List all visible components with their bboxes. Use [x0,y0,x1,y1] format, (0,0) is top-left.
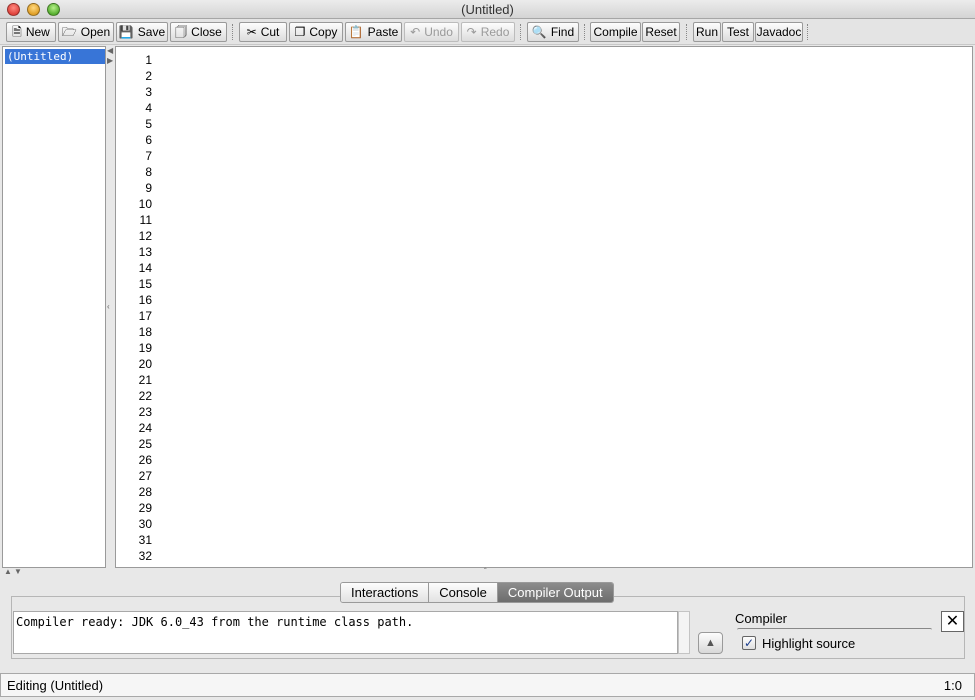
copy-icon: ❐ [294,25,306,39]
find-button[interactable]: 🔍 Find [527,22,579,42]
line-number: 17 [138,309,152,323]
line-number: 1 [145,53,152,67]
line-number: 30 [138,517,152,531]
binoculars-icon: 🔍 [531,25,547,39]
line-number: 15 [138,277,152,291]
compiler-output-area[interactable]: Compiler ready: JDK 6.0_43 from the runt… [13,611,678,654]
tab-interactions[interactable]: Interactions [341,583,430,602]
bottom-tab-bar: Interactions Console Compiler Output [340,582,614,603]
line-number: 2 [145,69,152,83]
checkmark-icon: ✓ [743,636,755,650]
compiler-selector[interactable] [737,628,932,632]
clipboard-icon: 📋 [348,25,364,39]
up-arrow-icon: ▲ [705,637,716,649]
expand-down-icon[interactable]: ▼ [14,567,22,576]
line-number: 22 [138,389,152,403]
compile-button[interactable]: Compile [590,22,641,42]
line-number: 7 [145,149,152,163]
line-number: 4 [145,101,152,115]
line-number: 18 [138,325,152,339]
code-editor[interactable]: 1 2 3 4 5 6 7 8 9 10 11 12 13 14 15 16 17 18 19 20 21 22 23 24 2… [115,46,973,568]
close-panel-button[interactable]: ✕ [941,611,964,632]
redo-button[interactable]: ↷ Redo [461,22,515,42]
line-number: 32 [138,549,152,563]
undo-button[interactable]: ↶ Undo [404,22,459,42]
cursor-position: 1:0 [943,678,962,693]
save-button[interactable]: 💾 Save [116,22,168,42]
reset-button[interactable]: Reset [642,22,680,42]
line-number: 31 [138,533,152,547]
line-number: 23 [138,405,152,419]
tab-console[interactable]: Console [429,583,498,602]
tab-compiler-output[interactable]: Compiler Output [497,583,613,602]
toolbar-separator [807,24,809,40]
line-number: 20 [138,357,152,371]
output-scrollbar[interactable] [678,611,690,654]
line-number: 13 [138,245,152,259]
javadoc-button[interactable]: Javadoc [755,22,803,42]
line-number: 12 [138,229,152,243]
status-bar: Editing (Untitled) 1:0 [0,673,975,697]
undo-icon: ↶ [410,25,421,39]
line-number: 25 [138,437,152,451]
line-number: 9 [145,181,152,195]
new-button[interactable]: 🗎 New [6,22,56,42]
test-button[interactable]: Test [722,22,754,42]
highlight-source-checkbox[interactable]: ✓ [742,636,756,650]
cut-button[interactable]: ✂ Cut [239,22,287,42]
new-file-icon: 🗎 [12,25,22,39]
compiler-output-text: Compiler ready: JDK 6.0_43 from the runt… [16,615,414,629]
close-icon: ✕ [945,613,960,630]
close-file-icon: 🗍 [175,25,188,39]
line-number-gutter: 1 2 3 4 5 6 7 8 9 10 11 12 13 14 15 16 17 18 19 20 21 22 23 24 2… [116,47,164,567]
toolbar-separator [232,24,234,40]
close-button[interactable]: 🗍 Close [170,22,227,42]
line-number: 11 [139,213,152,227]
paste-button[interactable]: 📋 Paste [345,22,402,42]
line-number: 16 [138,293,152,307]
line-number: 24 [138,421,152,435]
save-icon: 💾 [118,25,134,39]
line-number: 28 [138,485,152,499]
line-number: 21 [138,373,152,387]
line-number: 27 [138,469,152,483]
line-number: 6 [145,133,152,147]
line-number: 5 [145,117,152,131]
collapse-up-icon[interactable]: ▲ [4,567,12,576]
toolbar: 🗎 New 🗁 Open 💾 Save 🗍 Close ✂ Cut ❐ Copy 📋 Past… [0,19,975,45]
vertical-split-divider[interactable]: ◀ ▶ ‹ [106,46,115,568]
split-grip-icon: ‹ [107,302,110,311]
window-title: (Untitled) [461,2,514,17]
split-grip-icon: ˆ [484,567,487,576]
line-number: 29 [138,501,152,515]
toolbar-separator [520,24,522,40]
run-button[interactable]: Run [693,22,721,42]
line-number: 3 [145,85,152,99]
expand-right-icon[interactable]: ▶ [107,56,113,65]
horizontal-split-divider[interactable]: ▲ ▼ ˆ [0,567,975,578]
scissors-icon: ✂ [246,25,257,39]
collapse-left-icon[interactable]: ◀ [107,46,113,55]
line-number: 14 [138,261,152,275]
toolbar-separator [686,24,688,40]
open-button[interactable]: 🗁 Open [58,22,114,42]
document-list-item[interactable]: (Untitled) [5,49,105,64]
document-list[interactable]: (Untitled) [2,46,106,568]
line-number: 26 [138,453,152,467]
redo-icon: ↷ [466,25,477,39]
error-navigation-button[interactable]: ▲ [698,632,723,654]
toolbar-separator [584,24,586,40]
line-number: 10 [138,197,152,211]
title-bar: (Untitled) [0,0,975,19]
line-number: 19 [138,341,152,355]
copy-button[interactable]: ❐ Copy [289,22,343,42]
highlight-source-label[interactable]: Highlight source [762,636,855,651]
line-number: 8 [145,165,152,179]
status-message: Editing (Untitled) [7,678,104,693]
open-folder-icon: 🗁 [61,25,77,39]
compiler-label: Compiler [735,611,788,626]
